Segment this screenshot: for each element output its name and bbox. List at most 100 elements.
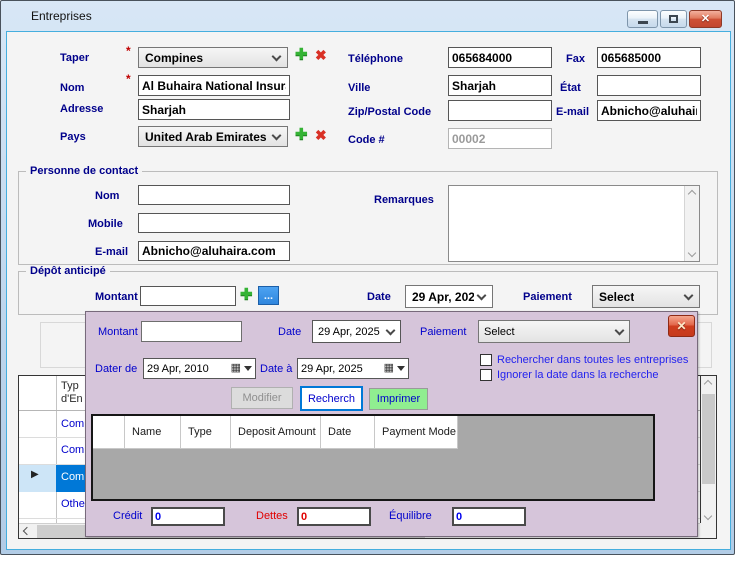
deposit-date-select[interactable]: 29 Apr, 2025 xyxy=(405,285,493,308)
more-button[interactable]: ... xyxy=(258,286,279,305)
chevron-down-icon xyxy=(272,51,282,61)
delete-type-icon[interactable]: ✖ xyxy=(315,48,327,62)
imprimer-button[interactable]: Imprimer xyxy=(369,388,428,410)
popup-montant-label: Montant xyxy=(98,326,138,338)
deposit-paiement-value: Select xyxy=(599,290,634,304)
close-button[interactable]: ✕ xyxy=(689,10,722,28)
taper-label: Taper xyxy=(60,52,89,64)
deposit-paiement-select[interactable]: Select xyxy=(592,285,700,308)
scroll-up-icon xyxy=(704,380,712,388)
add-deposit-icon[interactable]: ✚ xyxy=(240,287,253,302)
search-dialog: ✕ Montant Date 29 Apr, 2025 Paiement Sel… xyxy=(85,311,698,537)
credit-label: Crédit xyxy=(113,510,142,522)
minimize-button[interactable] xyxy=(627,10,658,28)
scrollbar-thumb[interactable] xyxy=(702,394,715,484)
dater-de-label: Dater de xyxy=(95,363,137,375)
maximize-button[interactable] xyxy=(660,10,687,28)
etat-input[interactable] xyxy=(597,75,701,96)
telephone-label: Téléphone xyxy=(348,53,403,65)
dater-de-value: 29 Apr, 2010 xyxy=(147,363,209,375)
email-input[interactable] xyxy=(597,100,701,121)
contact-mobile-label: Mobile xyxy=(88,218,123,230)
calendar-icon: ▦ xyxy=(231,363,241,374)
results-header-indicator xyxy=(93,416,125,449)
taper-select[interactable]: Compines xyxy=(138,47,288,68)
popup-paiement-label: Paiement xyxy=(420,326,466,338)
delete-country-icon[interactable]: ✖ xyxy=(315,128,327,142)
date-a-value: 29 Apr, 2025 xyxy=(301,363,363,375)
remarques-scrollbar[interactable] xyxy=(684,186,699,261)
scroll-down-icon xyxy=(704,512,712,520)
results-header-date: Date xyxy=(321,416,375,449)
contact-email-input[interactable] xyxy=(138,241,290,261)
calendar-icon: ▦ xyxy=(384,363,394,374)
scrollbar-corner xyxy=(700,523,716,538)
add-type-icon[interactable]: ✚ xyxy=(295,47,308,62)
close-icon: ✕ xyxy=(701,14,710,25)
chevron-down-icon xyxy=(272,130,282,140)
deposit-group-title: Dépôt anticipé xyxy=(26,265,110,277)
results-header-payment-mode: Payment Mode xyxy=(375,416,458,449)
equilibre-label: Équilibre xyxy=(389,510,432,522)
dropdown-arrow-icon xyxy=(244,366,252,371)
dialog-close-button[interactable]: ✕ xyxy=(668,315,695,337)
equilibre-input[interactable] xyxy=(452,507,526,526)
dropdown-arrow-icon xyxy=(397,366,405,371)
column-divider xyxy=(56,376,57,524)
taper-select-value: Compines xyxy=(145,51,203,65)
pays-select[interactable]: United Arab Emirates xyxy=(138,126,288,147)
popup-montant-input[interactable] xyxy=(141,321,242,342)
dettes-input[interactable] xyxy=(297,507,371,526)
results-header-deposit-amount: Deposit Amount xyxy=(231,416,321,449)
popup-paiement-select[interactable]: Select xyxy=(478,320,630,343)
credit-input[interactable] xyxy=(151,507,225,526)
popup-paiement-value: Select xyxy=(484,326,515,338)
deposit-montant-input[interactable] xyxy=(140,286,236,306)
remarques-textarea[interactable] xyxy=(448,185,700,262)
zip-label: Zip/Postal Code xyxy=(348,106,431,118)
fax-input[interactable] xyxy=(597,47,701,68)
modifier-button[interactable]: Modifier xyxy=(231,387,293,409)
recherch-button[interactable]: Recherch xyxy=(300,386,363,411)
nom-input[interactable] xyxy=(138,75,290,96)
close-icon: ✕ xyxy=(676,319,686,333)
deposit-montant-label: Montant xyxy=(95,291,138,303)
results-table[interactable]: Name Type Deposit Amount Date Payment Mo… xyxy=(91,414,655,501)
code-input xyxy=(448,128,552,149)
contact-email-label: E-mail xyxy=(95,246,128,258)
date-a-picker[interactable]: 29 Apr, 2025 ▦ xyxy=(297,358,409,379)
table-row[interactable]: Othe xyxy=(61,498,85,510)
chevron-down-icon xyxy=(615,325,625,335)
vertical-scrollbar[interactable] xyxy=(700,376,716,524)
popup-date-select[interactable]: 29 Apr, 2025 xyxy=(312,320,401,343)
window-title: Entreprises xyxy=(31,9,92,23)
date-a-label: Date à xyxy=(260,363,292,375)
adresse-label: Adresse xyxy=(60,103,103,115)
deposit-date-value: 29 Apr, 2025 xyxy=(412,290,474,304)
nom-required-marker: * xyxy=(126,72,131,86)
chevron-down-icon xyxy=(477,290,487,300)
ignore-date-checkbox[interactable] xyxy=(480,369,492,381)
pays-label: Pays xyxy=(60,131,86,143)
dettes-label: Dettes xyxy=(256,510,288,522)
adresse-input[interactable] xyxy=(138,99,290,120)
search-all-companies-checkbox[interactable] xyxy=(480,354,492,366)
contact-mobile-input[interactable] xyxy=(138,213,290,233)
row-arrow-icon: ▶ xyxy=(31,470,39,480)
minimize-icon xyxy=(638,21,648,24)
results-header-name: Name xyxy=(125,416,181,449)
contact-nom-input[interactable] xyxy=(138,185,290,205)
deposit-paiement-label: Paiement xyxy=(523,291,572,303)
add-country-icon[interactable]: ✚ xyxy=(295,127,308,142)
remarques-label: Remarques xyxy=(374,194,434,206)
pays-select-value: United Arab Emirates xyxy=(145,130,267,144)
ville-input[interactable] xyxy=(448,75,552,96)
dater-de-picker[interactable]: 29 Apr, 2010 ▦ xyxy=(143,358,256,379)
email-label: E-mail xyxy=(556,106,589,118)
search-all-companies-label: Rechercher dans toutes les entreprises xyxy=(497,354,688,366)
telephone-input[interactable] xyxy=(448,47,552,68)
zip-input[interactable] xyxy=(448,100,552,121)
popup-date-label: Date xyxy=(278,326,301,338)
nom-label: Nom xyxy=(60,82,84,94)
taper-required-marker: * xyxy=(126,44,131,58)
